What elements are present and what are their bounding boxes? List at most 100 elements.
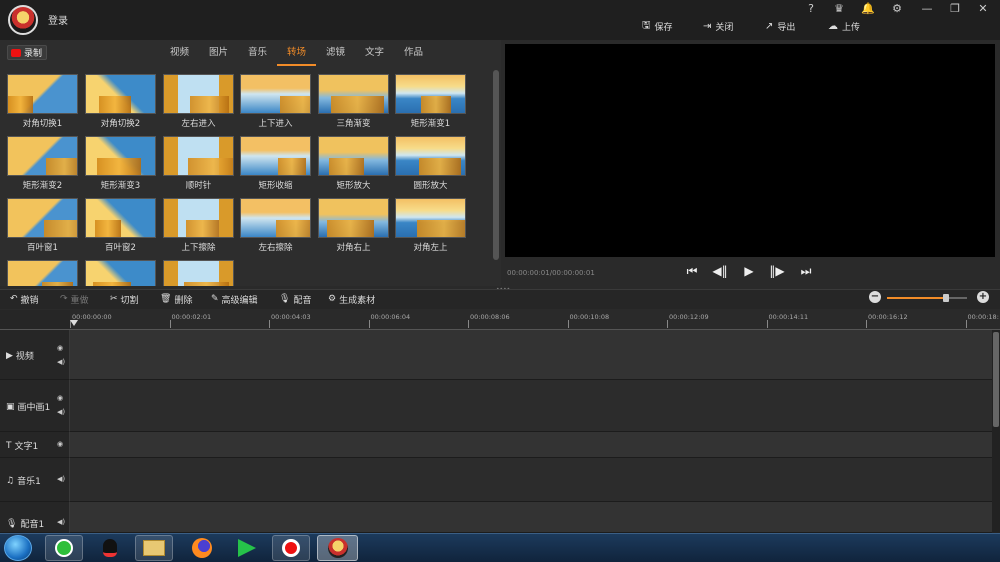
advanced-edit-button[interactable]: ✎ 高级编辑 <box>211 292 258 306</box>
tab-filter[interactable]: 滤镜 <box>316 44 355 66</box>
timeline-ruler[interactable]: 00:00:00:00 00:00:02:01 00:00:04:03 00:00:0… <box>70 310 1000 330</box>
tab-video[interactable]: 视频 <box>160 44 199 66</box>
timeline-scroll-thumb[interactable] <box>993 332 999 427</box>
transition-item[interactable]: 顺时针 <box>163 136 234 191</box>
restore-icon[interactable]: ❐ <box>946 2 964 15</box>
track-header-music: ♫ 音乐1 ◀) <box>0 458 70 502</box>
skip-end-icon[interactable]: ⏭ <box>798 264 814 279</box>
crown-icon[interactable]: ♛ <box>830 2 848 15</box>
gear-icon[interactable]: ⚙ <box>888 2 906 15</box>
transition-item[interactable]: 三角渐变 <box>318 74 389 129</box>
minimize-icon[interactable]: — <box>918 2 936 15</box>
skip-start-icon[interactable]: ⏮ <box>684 264 700 279</box>
file-explorer-icon[interactable] <box>135 535 173 561</box>
transition-item[interactable] <box>163 260 234 286</box>
mic-icon: 🎙 <box>279 294 291 304</box>
transition-item[interactable]: 上下擦除 <box>163 198 234 253</box>
eye-icon[interactable]: ◉ <box>57 344 63 352</box>
playhead[interactable] <box>70 320 78 326</box>
cut-button[interactable]: ✂ 切割 <box>110 292 139 306</box>
transition-item[interactable]: 矩形渐变1 <box>395 74 466 129</box>
transition-item[interactable]: 对角右上 <box>318 198 389 253</box>
close-icon[interactable]: ✕ <box>974 2 992 15</box>
transition-item[interactable]: 矩形渐变2 <box>7 136 78 191</box>
zoom-slider-handle[interactable] <box>943 294 949 302</box>
transition-thumbnail <box>163 136 234 176</box>
track-video[interactable] <box>70 330 992 380</box>
eye-icon[interactable]: ◉ <box>57 394 63 402</box>
transition-item[interactable]: 百叶窗2 <box>85 198 156 253</box>
ruler-label: 00:00:06:04 <box>370 313 411 321</box>
transition-item[interactable]: 左右擦除 <box>240 198 311 253</box>
tab-text[interactable]: 文字 <box>355 44 394 66</box>
transition-thumbnail <box>85 136 156 176</box>
record-icon[interactable] <box>272 535 310 561</box>
transition-label: 对角切换2 <box>100 119 141 129</box>
bell-icon[interactable]: 🔔 <box>859 2 877 15</box>
upload-button[interactable]: ☁ 上传 <box>828 19 860 33</box>
tab-works[interactable]: 作品 <box>394 44 433 66</box>
scissors-icon: ✂ <box>110 294 118 304</box>
speaker-icon[interactable]: ◀) <box>57 475 65 483</box>
transition-thumbnail <box>7 198 78 238</box>
speaker-icon[interactable]: ◀) <box>57 408 65 416</box>
track-pip[interactable] <box>70 380 992 432</box>
transition-item[interactable]: 百叶窗1 <box>7 198 78 253</box>
speaker-icon[interactable]: ◀) <box>57 358 65 366</box>
login-link[interactable]: 登录 <box>48 12 68 27</box>
zoom-in-icon[interactable]: + <box>977 291 989 303</box>
save-button[interactable]: 🖫 保存 <box>642 19 673 33</box>
transition-item[interactable]: 矩形收缩 <box>240 136 311 191</box>
speaker-icon[interactable]: ◀) <box>57 518 65 526</box>
library-scrollbar[interactable] <box>493 70 499 260</box>
track-name-music: 音乐1 <box>17 477 41 487</box>
track-text[interactable] <box>70 432 992 458</box>
video-editor-icon[interactable] <box>317 535 358 561</box>
tab-image[interactable]: 图片 <box>199 44 238 66</box>
help-icon[interactable]: ? <box>802 2 820 15</box>
transition-thumbnail <box>240 74 311 114</box>
transition-item[interactable]: 对角切换2 <box>85 74 156 129</box>
dub-label: 配音 <box>293 295 312 306</box>
zoom-slider-fill <box>887 297 947 299</box>
redo-button[interactable]: ↷ 重做 <box>60 292 89 306</box>
transition-item[interactable]: 左右进入 <box>163 74 234 129</box>
qq-icon[interactable] <box>91 535 129 561</box>
delete-button[interactable]: 🗑 删除 <box>160 292 192 306</box>
ruler-tick <box>766 320 768 328</box>
step-back-icon[interactable]: ◀‖ <box>712 264 728 278</box>
record-button[interactable]: 录制 <box>7 45 47 60</box>
eye-icon[interactable]: ◉ <box>57 440 63 448</box>
zoom-out-icon[interactable]: − <box>869 291 881 303</box>
track-dub[interactable] <box>70 502 992 533</box>
transition-item[interactable]: 对角切换1 <box>7 74 78 129</box>
firefox-icon[interactable] <box>183 535 221 561</box>
dub-button[interactable]: 🎙 配音 <box>279 292 311 306</box>
transition-label: 矩形收缩 <box>258 181 293 191</box>
record-icon <box>11 48 21 57</box>
ruler-tick <box>368 320 370 328</box>
user-avatar[interactable] <box>8 5 38 35</box>
media-player-icon[interactable] <box>228 535 266 561</box>
transition-item[interactable] <box>7 260 78 286</box>
transition-item[interactable] <box>85 260 156 286</box>
transition-item[interactable]: 上下进入 <box>240 74 311 129</box>
transition-item[interactable]: 对角左上 <box>395 198 466 253</box>
transition-item[interactable]: 圆形放大 <box>395 136 466 191</box>
start-orb-icon[interactable] <box>4 535 32 561</box>
save-icon: 🖫 <box>642 19 651 31</box>
exit-icon: ⇥ <box>703 20 712 32</box>
step-forward-icon[interactable]: ‖▶ <box>769 264 785 278</box>
track-music[interactable] <box>70 458 992 502</box>
generate-button[interactable]: ⚙ 生成素材 <box>328 292 375 306</box>
zoom-slider-track[interactable] <box>947 297 967 299</box>
export-button[interactable]: ↗ 导出 <box>765 19 795 33</box>
undo-button[interactable]: ↶ 撤销 <box>10 292 39 306</box>
transition-item[interactable]: 矩形放大 <box>318 136 389 191</box>
close-project-button[interactable]: ⇥ 关闭 <box>703 19 733 33</box>
360-browser-icon[interactable] <box>45 535 83 561</box>
play-icon[interactable]: ▶ <box>741 264 757 278</box>
tab-transition[interactable]: 转场 <box>277 44 316 66</box>
tab-music[interactable]: 音乐 <box>238 44 277 66</box>
transition-item[interactable]: 矩形渐变3 <box>85 136 156 191</box>
